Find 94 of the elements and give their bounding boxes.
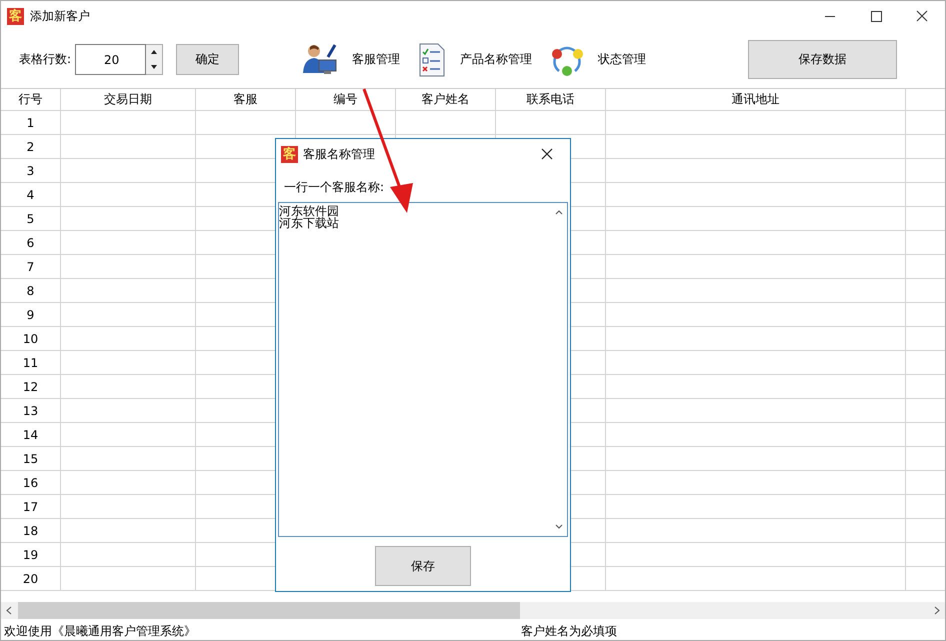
row-number: 17 <box>1 495 61 519</box>
table-cell[interactable] <box>61 423 196 447</box>
column-header[interactable]: 客户姓名 <box>396 89 496 111</box>
row-number: 14 <box>1 423 61 447</box>
table-cell[interactable] <box>61 375 196 399</box>
table-cell[interactable] <box>61 543 196 567</box>
text-line: 河东下载站 <box>279 217 339 229</box>
prompt-label: 一行一个客服名称: <box>284 179 384 196</box>
table-cell[interactable] <box>606 375 906 399</box>
table-cell[interactable] <box>606 327 906 351</box>
column-header[interactable]: 通讯地址 <box>606 89 906 111</box>
confirm-button[interactable]: 确定 <box>176 44 240 75</box>
horizontal-scrollbar[interactable] <box>1 602 945 619</box>
text-area[interactable]: 河东软件园 河东下载站 <box>278 202 568 537</box>
table-cell[interactable] <box>606 519 906 543</box>
tool-button[interactable]: 客服管理 <box>302 42 400 76</box>
row-number: 11 <box>1 351 61 375</box>
table-cell[interactable] <box>61 303 196 327</box>
table-cell[interactable] <box>606 111 906 135</box>
table-cell[interactable] <box>61 255 196 279</box>
app-icon: 客 <box>7 8 24 24</box>
row-number: 15 <box>1 447 61 471</box>
table-cell[interactable] <box>396 111 496 135</box>
table-cell[interactable] <box>606 207 906 231</box>
row-number: 1 <box>1 111 61 135</box>
table-cell[interactable] <box>196 111 296 135</box>
table-cell[interactable] <box>61 399 196 423</box>
row-number: 19 <box>1 543 61 567</box>
row-number: 9 <box>1 303 61 327</box>
column-header[interactable]: 编号 <box>296 89 396 111</box>
table-cell[interactable] <box>606 303 906 327</box>
row-number: 18 <box>1 519 61 543</box>
table-cell[interactable] <box>61 279 196 303</box>
table-cell[interactable] <box>61 183 196 207</box>
table-cell[interactable] <box>606 399 906 423</box>
tool-button[interactable]: 产品名称管理 <box>418 42 532 76</box>
tool-button[interactable]: 状态管理 <box>550 42 646 76</box>
text-line: 河东软件园 <box>279 205 339 217</box>
rows-label: 表格行数: <box>19 51 72 68</box>
status-text: 欢迎使用《晨曦通用客户管理系统》 <box>4 623 196 640</box>
table-cell[interactable] <box>61 447 196 471</box>
table-cell[interactable] <box>61 159 196 183</box>
table-cell[interactable] <box>296 111 396 135</box>
close-icon[interactable] <box>540 147 554 161</box>
status-text: 客户姓名为必填项 <box>521 623 617 640</box>
table-cell[interactable] <box>606 279 906 303</box>
table-cell[interactable] <box>606 543 906 567</box>
table-cell[interactable] <box>61 471 196 495</box>
table-cell[interactable] <box>61 231 196 255</box>
table-cell[interactable] <box>606 159 906 183</box>
column-header[interactable]: 交易日期 <box>61 89 196 111</box>
table-cell[interactable] <box>606 135 906 159</box>
table-cell[interactable] <box>61 351 196 375</box>
window-title: 添加新客户 <box>30 8 90 24</box>
user-computer-icon <box>302 42 338 76</box>
row-number: 6 <box>1 231 61 255</box>
row-number: 3 <box>1 159 61 183</box>
row-number: 5 <box>1 207 61 231</box>
column-header[interactable]: 行号 <box>1 89 61 111</box>
table-cell[interactable] <box>606 255 906 279</box>
column-header[interactable]: 联系电话 <box>496 89 606 111</box>
row-number: 4 <box>1 183 61 207</box>
row-number: 8 <box>1 279 61 303</box>
row-number: 12 <box>1 375 61 399</box>
table-cell[interactable] <box>606 495 906 519</box>
table-cell[interactable] <box>496 111 606 135</box>
table-cell[interactable] <box>606 567 906 591</box>
row-number: 16 <box>1 471 61 495</box>
spin-up-icon[interactable] <box>149 49 160 56</box>
checklist-icon <box>418 42 446 76</box>
table-cell[interactable] <box>61 495 196 519</box>
table-cell[interactable] <box>61 567 196 591</box>
save-button[interactable]: 保存 <box>375 546 471 586</box>
spin-down-icon[interactable] <box>149 64 160 70</box>
table-cell[interactable] <box>61 519 196 543</box>
row-number: 7 <box>1 255 61 279</box>
table-cell[interactable] <box>606 471 906 495</box>
row-number: 10 <box>1 327 61 351</box>
table-cell[interactable] <box>61 207 196 231</box>
table-cell[interactable] <box>606 351 906 375</box>
table-cell[interactable] <box>606 447 906 471</box>
row-number: 13 <box>1 399 61 423</box>
table-cell[interactable] <box>606 231 906 255</box>
dialog-title: 客服名称管理 <box>303 146 375 162</box>
row-number: 20 <box>1 567 61 591</box>
table-cell[interactable] <box>61 111 196 135</box>
column-header[interactable]: 客服 <box>196 89 296 111</box>
row-number: 2 <box>1 135 61 159</box>
table-cell[interactable] <box>61 135 196 159</box>
table-cell[interactable] <box>606 183 906 207</box>
app-icon: 客 <box>281 146 298 162</box>
save-data-button[interactable]: 保存数据 <box>748 40 897 79</box>
table-cell[interactable] <box>61 327 196 351</box>
table-cell[interactable] <box>606 423 906 447</box>
